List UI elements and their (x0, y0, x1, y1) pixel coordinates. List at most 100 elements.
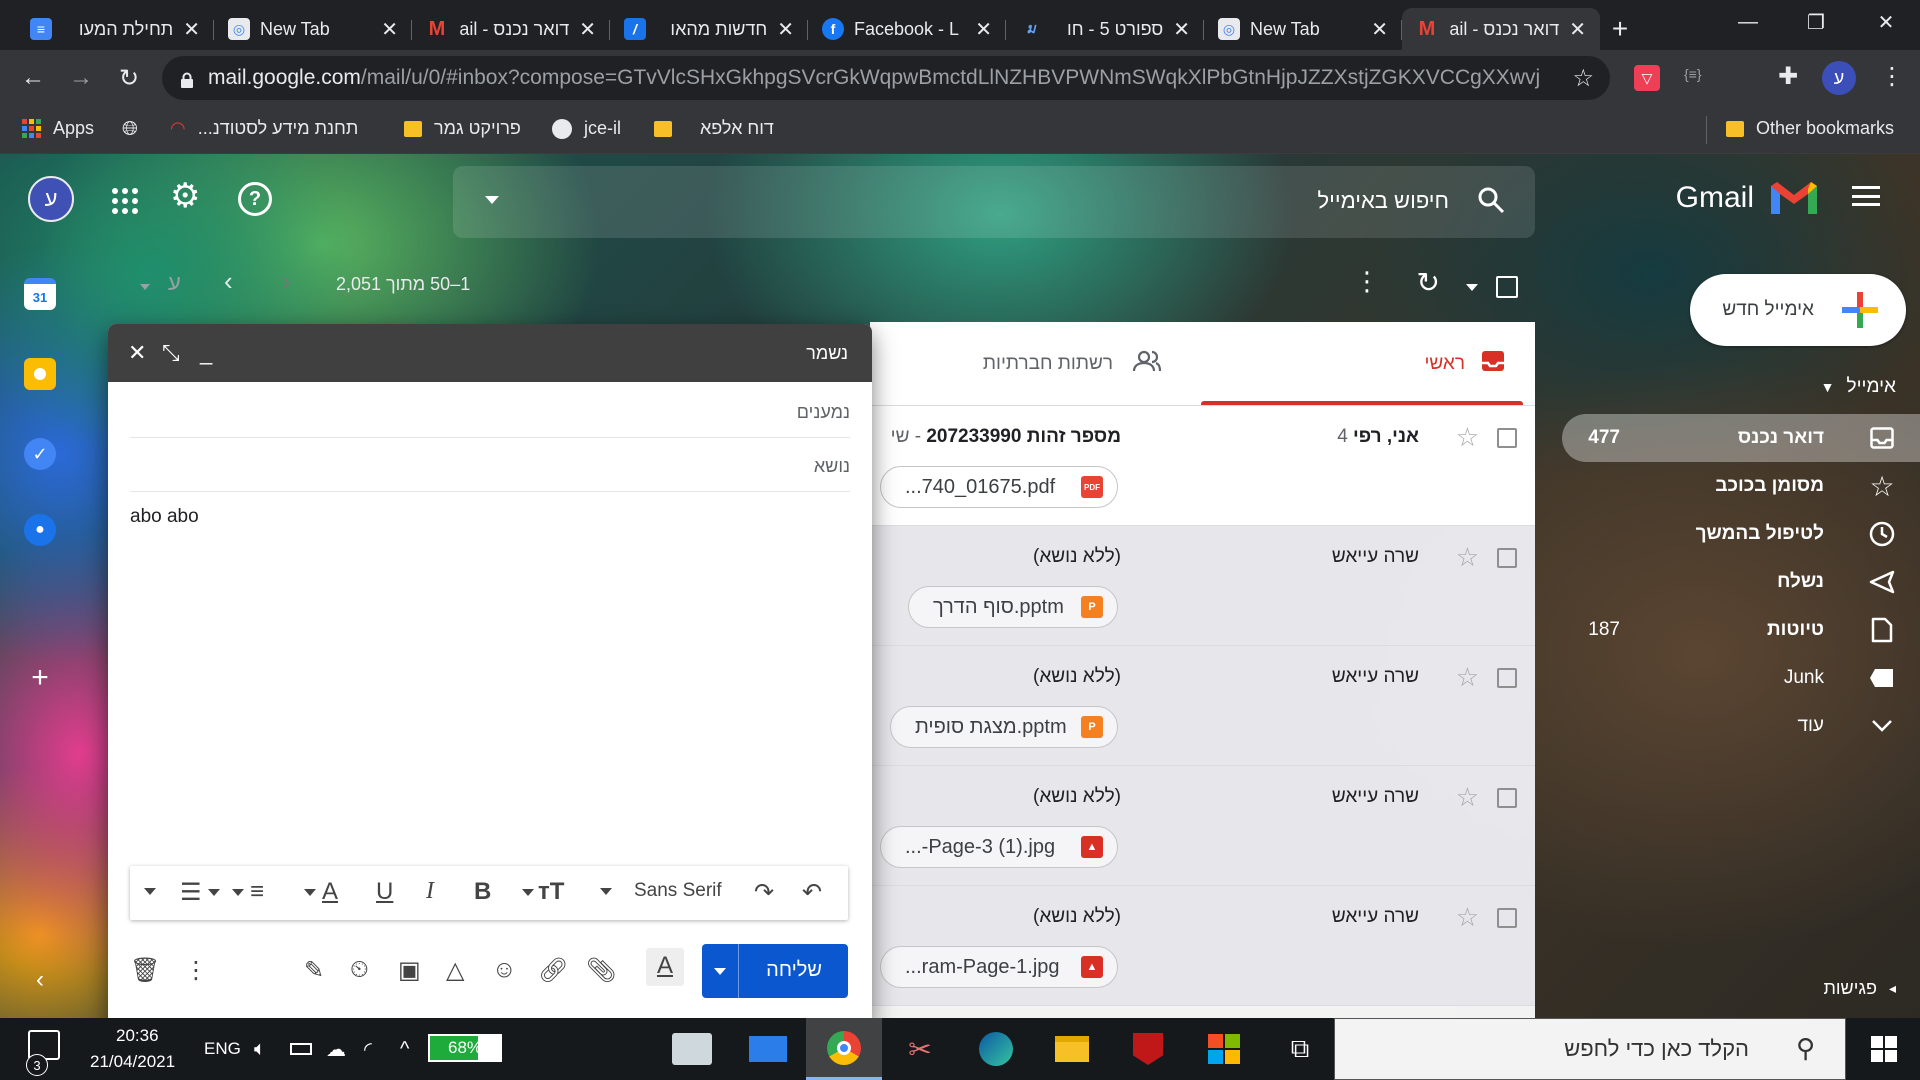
email-row[interactable]: ☆ שרה עייאש (ללא נושא) מצגת סופית.pptm P (870, 646, 1535, 766)
settings-gear-icon[interactable]: ⚙ (170, 176, 200, 216)
insert-photo-icon[interactable]: ▣ (398, 956, 421, 985)
mail-section-header[interactable]: אימייל ▼ (1821, 376, 1896, 398)
close-tab-icon[interactable]: ✕ (183, 17, 200, 42)
browser-tab[interactable]: ≡ תחילת המעו ✕ (16, 8, 214, 50)
taskbar-app-store[interactable] (1186, 1018, 1262, 1080)
align-icon[interactable]: ≡ (232, 878, 264, 906)
more-formatting-dropdown[interactable] (144, 888, 156, 895)
browser-tab[interactable]: f Facebook - L ✕ (808, 8, 1006, 50)
star-icon[interactable]: ☆ (1456, 662, 1479, 693)
language-indicator[interactable]: ENG (204, 1018, 241, 1080)
recipients-field[interactable]: נמענים (130, 386, 850, 438)
bookmark-other[interactable]: Other bookmarks (1726, 118, 1894, 139)
select-dropdown-icon[interactable] (1466, 284, 1478, 291)
underline-icon[interactable]: U (376, 878, 393, 906)
attachment-chip[interactable]: ...740_01675.pdf PDF (880, 466, 1118, 508)
new-tab-button[interactable]: + (1600, 8, 1640, 50)
font-dropdown-icon[interactable] (600, 888, 612, 895)
start-button[interactable] (1846, 1018, 1920, 1080)
minimize-icon[interactable]: — (1718, 0, 1778, 44)
close-window-icon[interactable]: ✕ (1856, 0, 1916, 44)
account-avatar[interactable]: ע (28, 176, 74, 222)
bookmark-apps[interactable]: Apps (22, 118, 94, 139)
extensions-puzzle-icon[interactable]: ✚ (1778, 62, 1798, 91)
nav-more[interactable]: עוד (1560, 702, 1920, 750)
taskbar-search-input[interactable]: הקלד כאן כדי לחפש (1564, 1036, 1749, 1062)
add-addon-icon[interactable]: + (24, 661, 56, 694)
onedrive-error-icon[interactable]: ☁ (326, 1018, 346, 1080)
battery-icon[interactable] (290, 1018, 312, 1080)
google-apps-icon[interactable] (112, 188, 138, 214)
close-tab-icon[interactable]: ✕ (1371, 17, 1388, 42)
row-checkbox[interactable] (1497, 428, 1517, 448)
email-row[interactable]: ☆ שרה עייאש (ללא נושא) ...-Page-3 (1).jp… (870, 766, 1535, 886)
tab-primary[interactable]: ראשי (1424, 350, 1505, 378)
close-tab-icon[interactable]: ✕ (777, 17, 794, 42)
bookmark-final-project[interactable]: פרויקט גמר (404, 118, 521, 139)
taskbar-app-explorer[interactable] (1034, 1018, 1110, 1080)
nav-junk[interactable]: Junk (1560, 654, 1920, 702)
bookmark-alpha-report[interactable]: דוח אלפא (654, 118, 774, 139)
star-icon[interactable]: ☆ (1456, 542, 1479, 573)
input-tools-dropdown-icon[interactable] (140, 284, 150, 290)
show-hidden-icons[interactable]: ^ (400, 1018, 409, 1080)
close-tab-icon[interactable]: ✕ (975, 17, 992, 42)
compose-header[interactable]: נשמר ✕ ⤡ _ (108, 324, 872, 382)
nav-inbox[interactable]: דואר נכנס 477 (1562, 414, 1920, 462)
profile-avatar[interactable]: ע (1822, 61, 1856, 95)
bookmark-globe[interactable]: 🌐︎ (122, 118, 138, 141)
formatting-options-icon[interactable]: A (646, 948, 684, 986)
nav-starred[interactable]: ☆ מסומן בכוכב (1560, 462, 1920, 510)
prev-page-icon[interactable]: ‹ (224, 266, 233, 314)
star-icon[interactable]: ☆ (1456, 782, 1479, 813)
search-icon[interactable] (1477, 186, 1505, 219)
close-icon[interactable]: ✕ (128, 340, 146, 366)
gmail-logo[interactable]: Gmail (1676, 178, 1820, 218)
select-all-checkbox[interactable] (1496, 276, 1518, 298)
search-options-icon[interactable] (485, 196, 499, 204)
taskbar-app-chrome[interactable] (806, 1018, 882, 1080)
main-menu-icon[interactable] (1852, 186, 1880, 206)
restore-icon[interactable]: ❐ (1786, 0, 1846, 44)
insert-link-icon[interactable]: 🔗︎ (538, 956, 568, 985)
refresh-icon[interactable]: ↻ (1417, 266, 1440, 314)
undo-icon[interactable]: ↶ (802, 878, 822, 907)
text-color-icon[interactable]: A (304, 878, 338, 906)
nav-sent[interactable]: נשלח (1560, 558, 1920, 606)
italic-icon[interactable]: I (426, 878, 434, 905)
browser-tab[interactable]: ◎ New Tab ✕ (214, 8, 412, 50)
font-family-select[interactable]: Sans Serif (634, 880, 722, 902)
compose-button[interactable]: אימייל חדש (1690, 274, 1906, 346)
tasks-icon[interactable]: ✓ (24, 438, 56, 470)
contacts-icon[interactable]: ● (24, 514, 56, 546)
minimize-icon[interactable]: _ (200, 340, 212, 366)
tab-social[interactable]: רשתות חברתיות (983, 350, 1162, 378)
meetings-header[interactable]: ◂ פגישות (1823, 978, 1896, 999)
email-row[interactable]: ☆ אני, רפי 4 מספר זהות 207233990 - שי ..… (870, 406, 1535, 526)
address-bar[interactable]: mail.google.com/mail/u/0/#inbox?compose=… (162, 56, 1610, 100)
keep-icon[interactable] (24, 358, 56, 390)
taskbar-app-snip[interactable]: ✂ (882, 1018, 958, 1080)
attachment-chip[interactable]: מצגת סופית.pptm P (890, 706, 1118, 748)
more-actions-icon[interactable]: ⋮ (1354, 266, 1380, 314)
star-icon[interactable]: ☆ (1456, 422, 1479, 453)
list-icon[interactable]: ☰ (180, 878, 220, 907)
browser-tab[interactable]: ◎ New Tab ✕ (1204, 8, 1402, 50)
send-button[interactable]: שליחה (702, 944, 848, 998)
bookmark-star-icon[interactable]: ☆ (1572, 64, 1594, 93)
discard-draft-icon[interactable]: 🗑︎ (130, 956, 160, 985)
attachment-chip[interactable]: ...-Page-3 (1).jpg ▲ (880, 826, 1118, 868)
clock-time[interactable]: 20:36 (116, 1026, 159, 1046)
close-tab-icon[interactable]: ✕ (1173, 17, 1190, 42)
attachment-chip[interactable]: סוף הדרך.pptm P (908, 586, 1118, 628)
row-checkbox[interactable] (1497, 668, 1517, 688)
reload-icon[interactable]: ↻ (108, 57, 150, 99)
bold-icon[interactable]: B (474, 878, 491, 906)
help-icon[interactable]: ? (238, 182, 272, 216)
taskbar-app-edge[interactable] (958, 1018, 1034, 1080)
close-tab-icon[interactable]: ✕ (579, 17, 596, 42)
google-drive-icon[interactable]: △ (446, 956, 464, 985)
chrome-menu-icon[interactable]: ⋮ (1880, 62, 1904, 91)
browser-tab[interactable]: ม ספורט 5 - חו ✕ (1006, 8, 1204, 50)
taskbar-app-mcafee[interactable] (1110, 1018, 1186, 1080)
